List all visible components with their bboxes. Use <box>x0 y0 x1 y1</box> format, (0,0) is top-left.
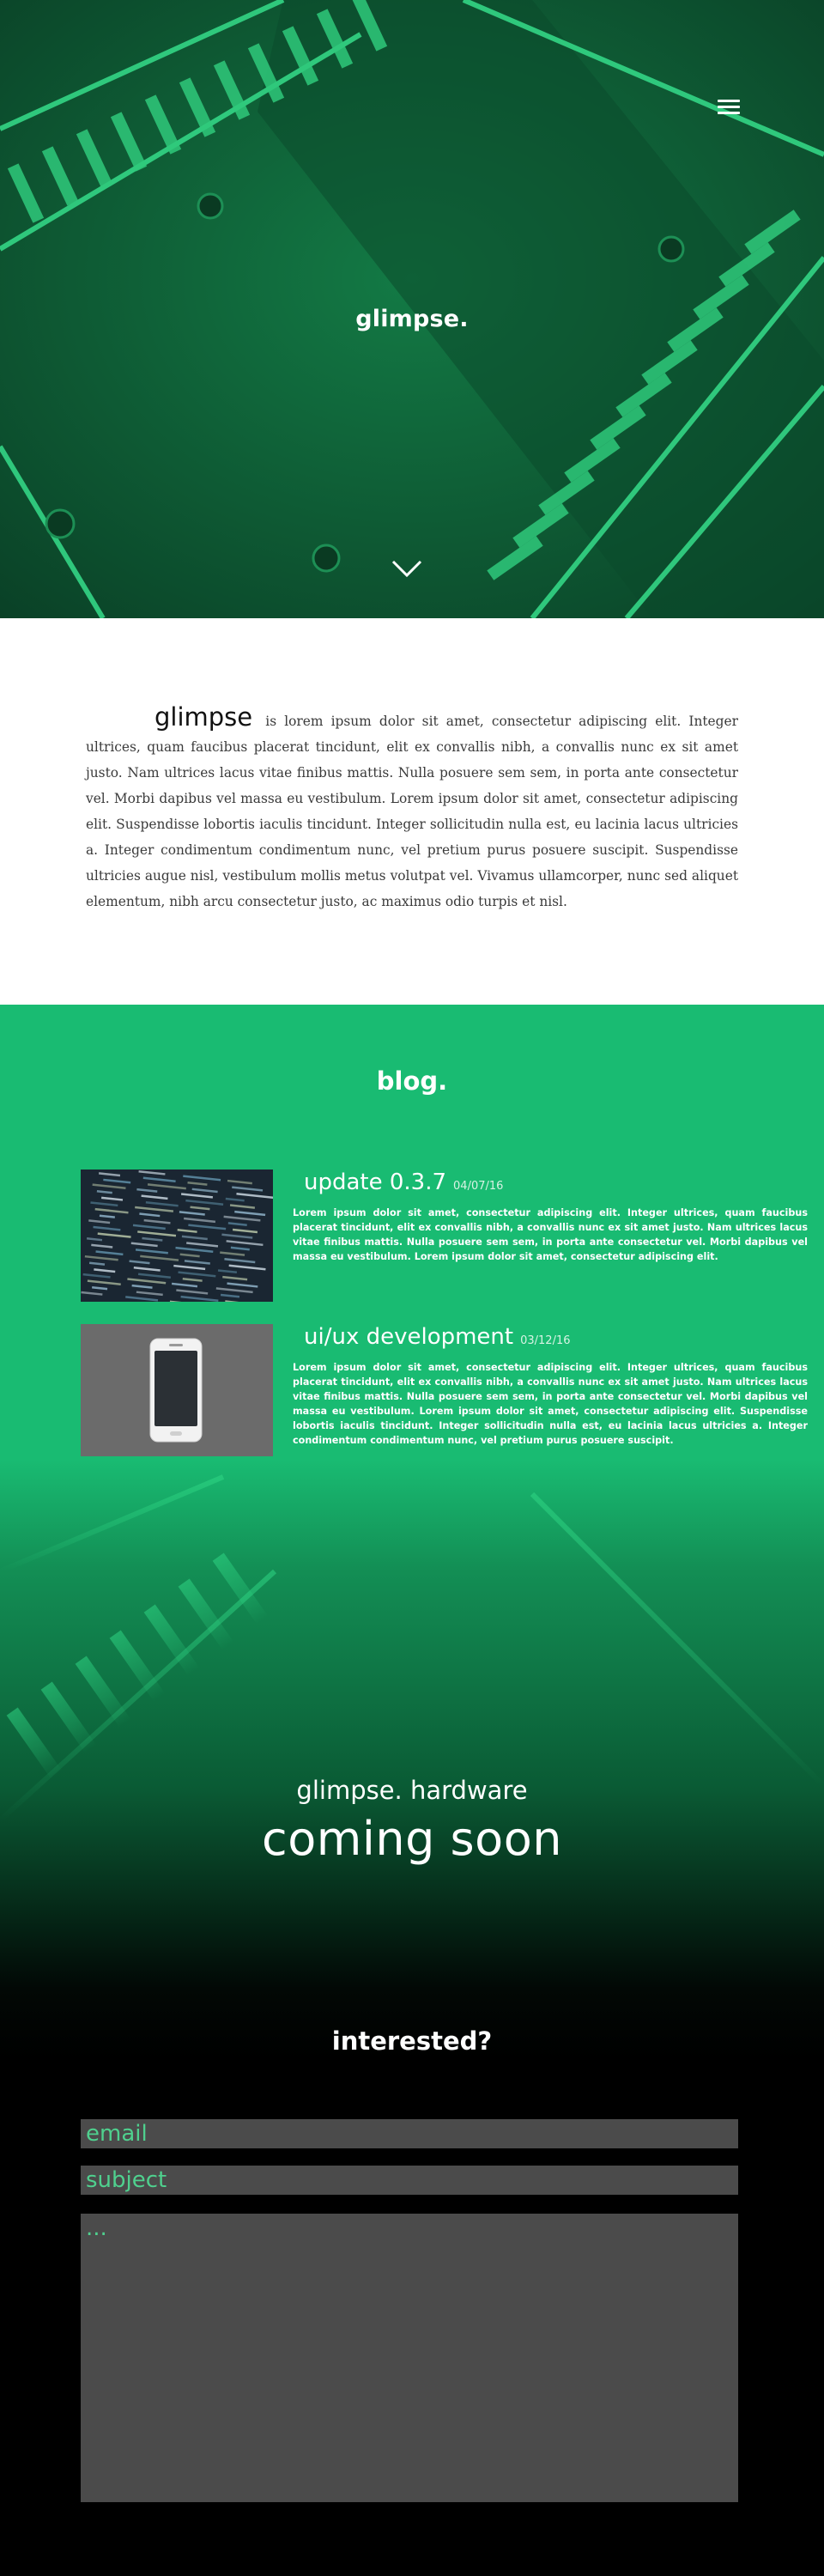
hardware-headline: coming soon <box>262 1812 562 1866</box>
post-title[interactable]: update 0.3.7 <box>304 1170 446 1195</box>
post-excerpt: Lorem ipsum dolor sit amet, consectetur … <box>293 1207 808 1262</box>
post-title-row: update 0.3.7 04/07/16 <box>304 1170 503 1195</box>
blog-heading: blog. <box>376 1066 448 1096</box>
intro-paragraph: glimpse is lorem ipsum dolor sit amet, c… <box>86 704 738 914</box>
blog-section: blog. update 0.3.7 04/07/16 Lorem ipsum d… <box>0 1005 824 1460</box>
hardware-subtitle: glimpse. hardware <box>296 1776 528 1805</box>
hardware-section: glimpse. hardware coming soon <box>0 1460 824 2061</box>
intro-brand-name: glimpse <box>154 702 253 732</box>
subject-field[interactable] <box>81 2166 738 2195</box>
chevron-down-icon[interactable] <box>390 558 424 579</box>
message-field[interactable] <box>81 2214 738 2502</box>
intro-body-text: is lorem ipsum dolor sit amet, consectet… <box>86 714 738 909</box>
post-date: 04/07/16 <box>453 1180 504 1193</box>
contact-section: interested? <box>0 2001 824 2576</box>
intro-section: glimpse is lorem ipsum dolor sit amet, c… <box>0 618 824 1005</box>
post-title[interactable]: ui/ux development <box>304 1324 513 1350</box>
hamburger-menu-icon[interactable] <box>714 96 743 120</box>
hero-title: glimpse. <box>355 306 469 332</box>
code-screen-thumbnail[interactable] <box>81 1170 273 1302</box>
smartphone-thumbnail[interactable] <box>81 1324 273 1456</box>
post-title-row: ui/ux development 03/12/16 <box>304 1324 571 1350</box>
contact-heading: interested? <box>331 2026 493 2056</box>
post-date: 03/12/16 <box>520 1334 571 1347</box>
email-field[interactable] <box>81 2119 738 2148</box>
crosswalk-fade-background-image <box>0 1460 824 2061</box>
post-excerpt: Lorem ipsum dolor sit amet, consectetur … <box>293 1362 808 1446</box>
hero-section: glimpse. <box>0 0 824 618</box>
